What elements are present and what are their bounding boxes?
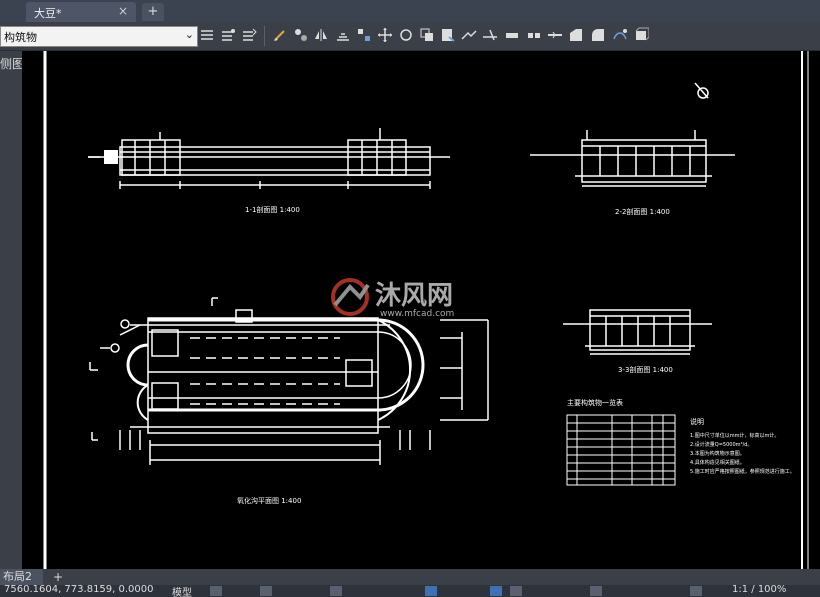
north-arrow-symbol	[694, 82, 709, 99]
align-icon[interactable]	[356, 27, 372, 43]
section-2-2-label: 2-2剖面图 1:400	[615, 207, 670, 216]
grid-icon[interactable]	[210, 586, 222, 596]
watermark-logo: 沐风网 www.mfcad.com	[331, 278, 454, 319]
section-2-2-drawing	[530, 130, 735, 187]
ortho-icon[interactable]	[330, 586, 342, 596]
notes-line-4: 4.具体构造见相关图纸。	[690, 459, 745, 466]
rotate-icon[interactable]	[398, 27, 414, 43]
break-icon[interactable]	[526, 27, 542, 43]
notes-title: 说明	[690, 417, 704, 426]
oxidation-ditch-plan	[89, 297, 489, 465]
move-icon[interactable]	[377, 27, 393, 43]
stretch-icon[interactable]	[461, 27, 477, 43]
notes-line-1: 1.图中尺寸单位以mm计，标高以m计。	[690, 432, 779, 439]
layer-combo[interactable]: 构筑物 ⌄	[0, 26, 198, 47]
left-panel: 侧图	[0, 51, 22, 569]
fillet-icon[interactable]	[590, 27, 606, 43]
offset-icon[interactable]	[335, 27, 351, 43]
layer-match-icon[interactable]	[220, 27, 236, 43]
mirror-icon[interactable]	[313, 27, 329, 43]
otrack-icon[interactable]	[510, 586, 522, 596]
watermark-url: www.mfcad.com	[380, 309, 454, 319]
drawing-svg: 1-1剖面图 1:400 2-2剖面图 1:400 3-3剖面图 1:400 氧…	[43, 51, 809, 569]
model-space-button[interactable]: 模型	[172, 585, 192, 597]
structures-table	[566, 414, 676, 486]
extend-icon[interactable]	[504, 27, 520, 43]
document-tab-title: 大豆*	[34, 7, 62, 20]
copy-icon[interactable]	[419, 27, 435, 43]
drawing-canvas[interactable]: 1-1剖面图 1:400 2-2剖面图 1:400 3-3剖面图 1:400 氧…	[22, 51, 820, 569]
annotation-scale[interactable]: 1:1 / 100%	[732, 585, 786, 595]
close-tab-icon[interactable]: ×	[118, 4, 128, 18]
notes-line-5: 5.施工时应严格按照图纸，参照规范进行施工。	[690, 468, 795, 475]
toolbar-separator	[264, 26, 265, 46]
plan-label: 氧化沟平面图 1:400	[237, 496, 301, 505]
layer-state-icon[interactable]	[199, 27, 215, 43]
chamfer-icon[interactable]	[568, 27, 584, 43]
polar-icon[interactable]	[425, 586, 437, 596]
brush-icon[interactable]	[272, 27, 288, 43]
osnap-icon[interactable]	[490, 586, 502, 596]
join-icon[interactable]	[547, 27, 563, 43]
watermark-text: 沐风网	[375, 281, 453, 311]
trim-icon[interactable]	[482, 27, 498, 43]
section-1-1-label: 1-1剖面图 1:400	[245, 205, 300, 214]
layer-previous-icon[interactable]	[241, 27, 257, 43]
lineweight-icon[interactable]	[590, 586, 602, 596]
chevron-down-icon[interactable]: ⌄	[185, 28, 194, 41]
blend-icon[interactable]	[612, 27, 628, 43]
toolbar: 构筑物 ⌄	[0, 22, 820, 51]
scale-icon[interactable]	[440, 27, 456, 43]
section-1-1-drawing	[88, 128, 450, 189]
add-layout-button[interactable]: +	[50, 569, 66, 585]
notes-line-3: 3.本图为构筑物示意图。	[690, 450, 745, 457]
layout-tab-bar: 布局2 +	[0, 569, 820, 585]
section-3-3-label: 3-3剖面图 1:400	[618, 365, 673, 374]
explode-icon[interactable]	[633, 27, 649, 43]
status-bar: 7560.1604, 773.8159, 0.0000 模型 1:1 / 100…	[0, 585, 820, 597]
coordinate-readout: 7560.1604, 773.8159, 0.0000	[4, 585, 154, 595]
document-tab[interactable]: 大豆* ×	[26, 2, 136, 22]
layer-combo-value: 构筑物	[4, 31, 37, 44]
section-3-3-drawing	[563, 309, 712, 355]
table-title: 主要构筑物一览表	[567, 398, 623, 407]
new-tab-button[interactable]: +	[142, 3, 164, 21]
notes-line-2: 2.设计流量Q=5000m³/d。	[690, 441, 752, 448]
layout-tab[interactable]: 布局2	[0, 569, 43, 585]
annotation-icon[interactable]	[690, 586, 702, 596]
left-panel-label: 侧图	[0, 57, 22, 71]
snap-icon[interactable]	[260, 586, 272, 596]
array-icon[interactable]	[293, 27, 309, 43]
document-tab-bar: 大豆* × +	[0, 0, 820, 22]
